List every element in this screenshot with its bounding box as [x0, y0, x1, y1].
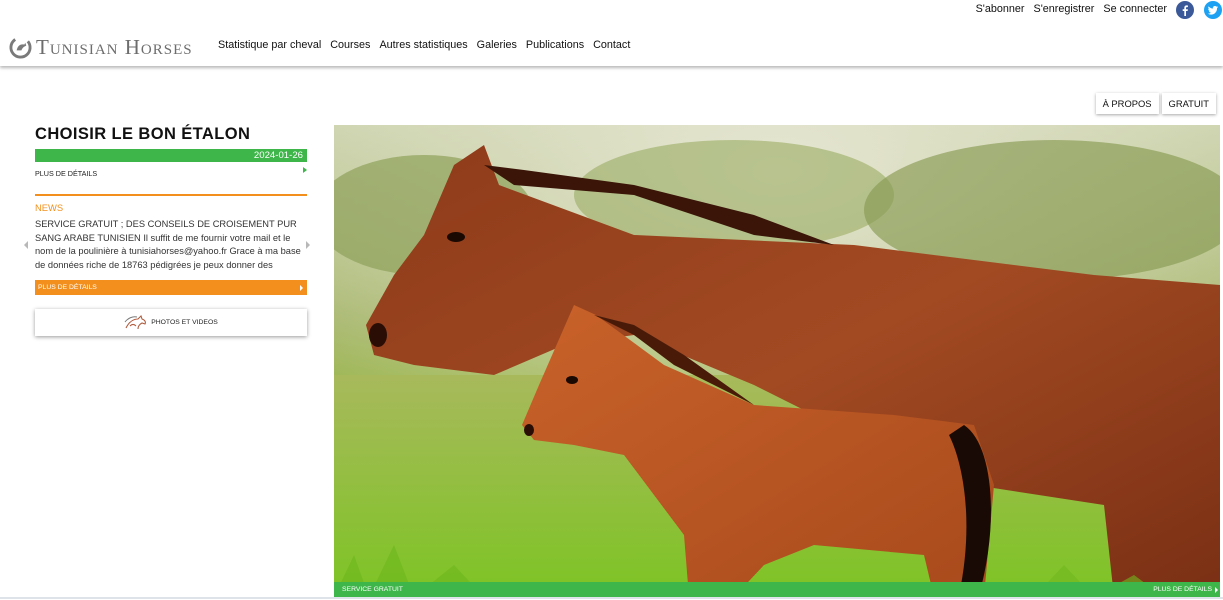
- news-next-icon[interactable]: [306, 241, 310, 249]
- site-header: Tunisian Horses Statistique par cheval C…: [0, 0, 1223, 66]
- hero-details-link[interactable]: PLUS DE DÉTAILS: [1153, 582, 1212, 597]
- main-nav: Statistique par cheval Courses Autres st…: [218, 39, 630, 51]
- news-details-label: PLUS DE DÉTAILS: [38, 284, 97, 291]
- tab-a-propos[interactable]: À PROPOS: [1095, 93, 1159, 114]
- news-text: SERVICE GRATUIT ; DES CONSEILS DE CROISE…: [35, 219, 301, 270]
- arrow-right-icon: [300, 285, 303, 291]
- register-link[interactable]: S'enregistrer: [1034, 3, 1095, 15]
- left-column: CHOISIR LE BON ÉTALON 2024-01-26 PLUS DE…: [24, 124, 310, 336]
- subscribe-link[interactable]: S'abonner: [976, 3, 1025, 15]
- account-links: S'abonner S'enregistrer Se connecter: [976, 3, 1167, 15]
- site-logo[interactable]: Tunisian Horses: [9, 34, 193, 60]
- login-link[interactable]: Se connecter: [1103, 3, 1167, 15]
- photos-videos-button[interactable]: PHOTOS ET VIDEOS: [35, 309, 307, 336]
- nav-autres-statistiques[interactable]: Autres statistiques: [379, 39, 467, 51]
- news-prev-icon[interactable]: [24, 241, 28, 249]
- side-tabs: À PROPOS GRATUIT: [1095, 93, 1216, 114]
- article-date: 2024-01-26: [35, 149, 307, 162]
- news-details-button[interactable]: PLUS DE DÉTAILS: [35, 280, 307, 295]
- twitter-icon[interactable]: [1204, 1, 1222, 19]
- article-details-label: PLUS DE DÉTAILS: [35, 169, 98, 178]
- horse-logo-icon: [9, 35, 32, 59]
- nav-galeries[interactable]: Galeries: [477, 39, 517, 51]
- arrow-right-icon: [1215, 587, 1218, 593]
- horses-photo: [334, 125, 1220, 597]
- page-bottom-border: [0, 597, 1223, 599]
- tab-gratuit[interactable]: GRATUIT: [1161, 93, 1216, 114]
- hero-caption: SERVICE GRATUIT: [342, 586, 403, 593]
- horse-logo-icon: [124, 314, 147, 330]
- photos-videos-label: PHOTOS ET VIDEOS: [151, 319, 218, 326]
- nav-publications[interactable]: Publications: [526, 39, 584, 51]
- article-details-link[interactable]: PLUS DE DÉTAILS: [35, 167, 307, 180]
- facebook-icon[interactable]: [1176, 1, 1194, 19]
- nav-statistique-par-cheval[interactable]: Statistique par cheval: [218, 39, 321, 51]
- hero-caption-bar: SERVICE GRATUIT PLUS DE DÉTAILS: [334, 582, 1220, 597]
- news-heading: NEWS: [35, 202, 64, 213]
- news-divider: [35, 194, 307, 196]
- nav-courses[interactable]: Courses: [330, 39, 370, 51]
- hero-details-label: PLUS DE DÉTAILS: [1153, 586, 1212, 593]
- nav-contact[interactable]: Contact: [593, 39, 630, 51]
- article-title[interactable]: CHOISIR LE BON ÉTALON: [35, 124, 307, 144]
- logo-text: Tunisian Horses: [36, 34, 193, 59]
- hero-image[interactable]: SERVICE GRATUIT PLUS DE DÉTAILS: [334, 125, 1220, 597]
- arrow-right-icon: [303, 167, 307, 173]
